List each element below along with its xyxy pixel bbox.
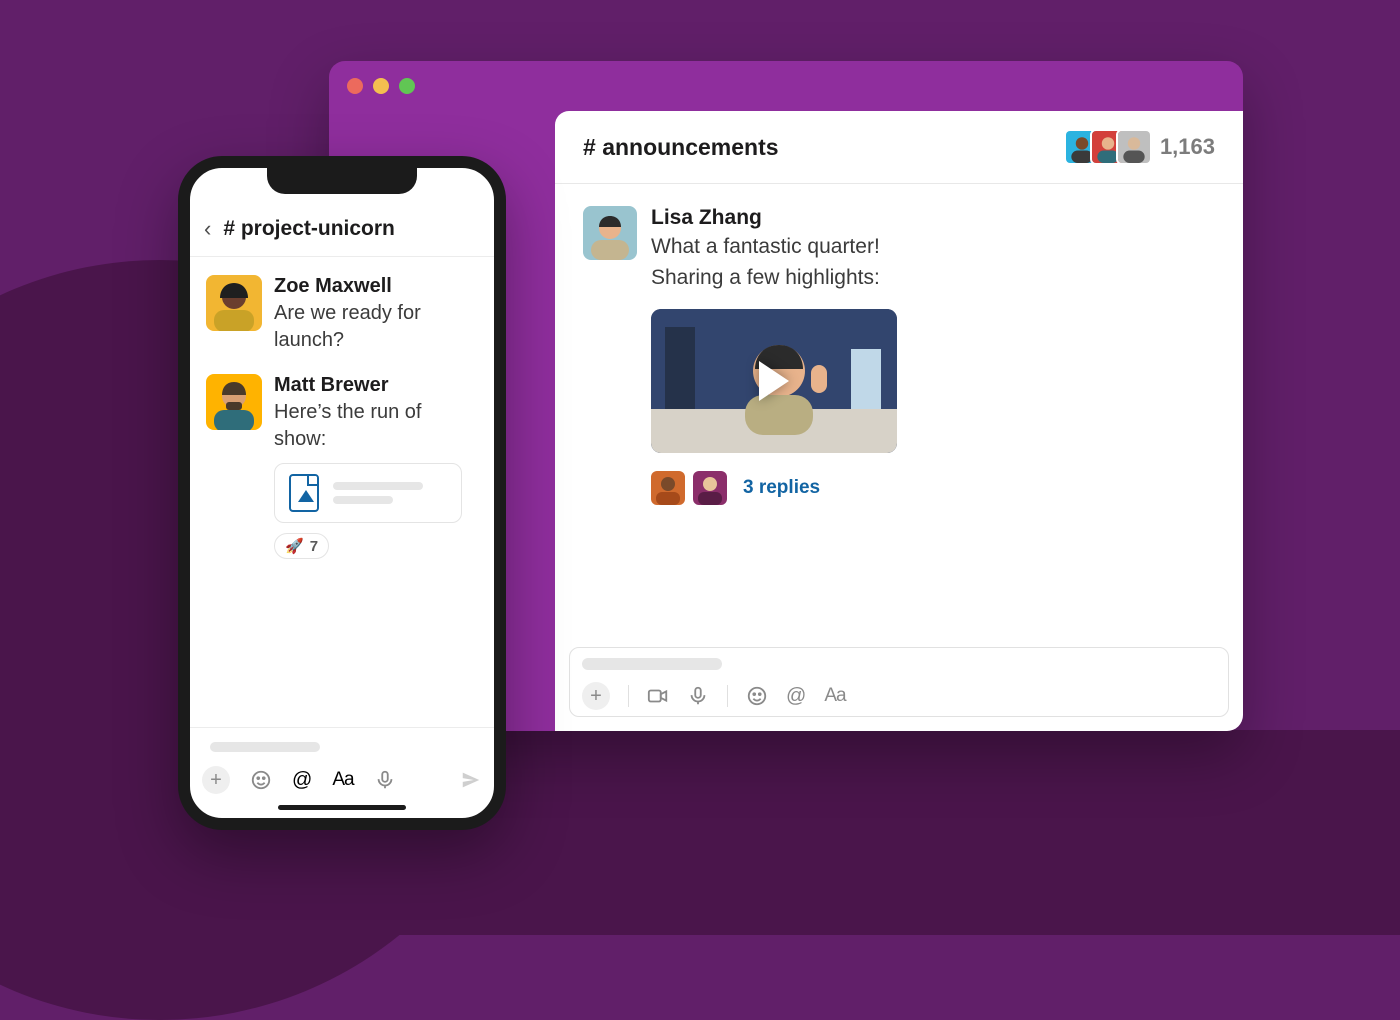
send-icon[interactable] bbox=[460, 769, 482, 791]
mobile-slack-phone: ‹ # project-unicorn Zoe Maxwell Are we r… bbox=[178, 156, 506, 830]
phone-notch bbox=[267, 168, 417, 194]
message-text-line: Sharing a few highlights: bbox=[651, 263, 897, 292]
separator bbox=[727, 685, 728, 707]
google-drive-file-icon bbox=[289, 474, 319, 512]
hash-icon: # bbox=[223, 217, 235, 240]
phone-message-list[interactable]: Zoe Maxwell Are we ready for launch? Mat… bbox=[190, 257, 494, 727]
message: Matt Brewer Here’s the run of show: 🚀 7 bbox=[206, 374, 478, 559]
emoji-icon[interactable] bbox=[746, 685, 768, 707]
play-icon bbox=[759, 361, 789, 401]
window-titlebar bbox=[329, 61, 1243, 111]
composer-placeholder bbox=[210, 742, 320, 752]
mention-icon[interactable]: @ bbox=[292, 769, 312, 792]
text-format-icon[interactable]: Aa bbox=[824, 685, 845, 707]
author-avatar[interactable] bbox=[206, 275, 262, 331]
author-avatar[interactable] bbox=[206, 374, 262, 430]
home-indicator bbox=[278, 805, 406, 810]
attach-button[interactable]: + bbox=[582, 682, 610, 710]
message-text-line: What a fantastic quarter! bbox=[651, 232, 897, 261]
phone-channel-name: project-unicorn bbox=[241, 217, 395, 240]
file-attachment[interactable] bbox=[274, 463, 462, 523]
message-composer[interactable]: + @ Aa bbox=[569, 647, 1229, 717]
channel-title[interactable]: # announcements bbox=[583, 134, 779, 161]
message-thread: Lisa Zhang What a fantastic quarter! Sha… bbox=[555, 184, 1243, 647]
desktop-content-pane: # announcements 1,163 bbox=[555, 111, 1243, 731]
window-close-dot[interactable] bbox=[347, 78, 363, 94]
member-avatar bbox=[1116, 129, 1152, 165]
reaction-pill[interactable]: 🚀 7 bbox=[274, 533, 329, 559]
window-zoom-dot[interactable] bbox=[399, 78, 415, 94]
mention-icon[interactable]: @ bbox=[786, 685, 806, 708]
file-placeholder-lines bbox=[333, 482, 447, 504]
channel-header: # announcements 1,163 bbox=[555, 111, 1243, 184]
message: Zoe Maxwell Are we ready for launch? bbox=[206, 275, 478, 354]
phone-channel-title[interactable]: # project-unicorn bbox=[223, 217, 395, 241]
member-avatar-stack[interactable] bbox=[1064, 129, 1142, 165]
microphone-icon[interactable] bbox=[687, 685, 709, 707]
text-format-icon[interactable]: Aa bbox=[332, 769, 353, 791]
reaction-count: 7 bbox=[310, 538, 318, 555]
rocket-emoji-icon: 🚀 bbox=[285, 537, 304, 555]
message-author[interactable]: Lisa Zhang bbox=[651, 206, 897, 230]
phone-channel-header: ‹ # project-unicorn bbox=[190, 210, 494, 257]
window-minimize-dot[interactable] bbox=[373, 78, 389, 94]
message-text: Here’s the run of show: bbox=[274, 399, 478, 453]
message-text: Are we ready for launch? bbox=[274, 300, 478, 354]
reply-avatar bbox=[651, 471, 685, 505]
message-author[interactable]: Matt Brewer bbox=[274, 374, 478, 397]
channel-name: announcements bbox=[602, 134, 778, 160]
message: Lisa Zhang What a fantastic quarter! Sha… bbox=[583, 206, 1215, 505]
reply-avatar bbox=[693, 471, 727, 505]
separator bbox=[628, 685, 629, 707]
message-author[interactable]: Zoe Maxwell bbox=[274, 275, 478, 298]
microphone-icon[interactable] bbox=[374, 769, 396, 791]
attach-button[interactable]: + bbox=[202, 766, 230, 794]
author-avatar[interactable] bbox=[583, 206, 637, 260]
replies-link[interactable]: 3 replies bbox=[743, 477, 820, 499]
video-icon[interactable] bbox=[647, 685, 669, 707]
video-attachment[interactable] bbox=[651, 309, 897, 453]
thread-replies[interactable]: 3 replies bbox=[651, 471, 897, 505]
back-icon[interactable]: ‹ bbox=[204, 216, 211, 242]
member-count[interactable]: 1,163 bbox=[1160, 134, 1215, 160]
composer-placeholder bbox=[582, 658, 722, 670]
hash-icon: # bbox=[583, 134, 596, 160]
emoji-icon[interactable] bbox=[250, 769, 272, 791]
